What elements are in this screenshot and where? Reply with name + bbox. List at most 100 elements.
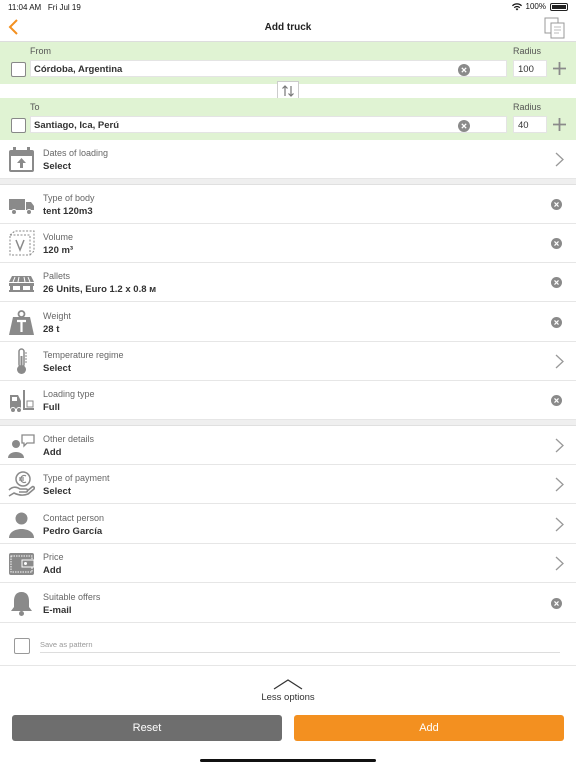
chevron-right-icon <box>555 517 564 532</box>
chevron-up-icon <box>273 679 303 690</box>
suitable-offers-row[interactable]: Suitable offers E-mail <box>0 584 576 623</box>
dates-of-loading-row[interactable]: Dates of loading Select <box>0 140 576 179</box>
euro-hand-icon <box>8 471 35 497</box>
weight-icon <box>9 310 34 335</box>
from-radius-value: 100 <box>518 64 534 75</box>
weight-row[interactable]: Weight 28 t <box>0 303 576 342</box>
from-clear-icon[interactable] <box>458 64 470 76</box>
chevron-right-icon <box>555 152 564 167</box>
other-details-value: Add <box>43 447 62 458</box>
save-pattern-label: Save as pattern <box>40 640 93 649</box>
person-comment-icon <box>8 434 35 458</box>
less-options-label: Less options <box>261 692 315 703</box>
calendar-icon <box>9 147 34 172</box>
save-as-pattern-row: Save as pattern <box>0 624 576 666</box>
volume-row[interactable]: Volume 120 m³ <box>0 224 576 263</box>
loading-type-label: Loading type <box>43 389 95 399</box>
other-details-row[interactable]: Other details Add <box>0 426 576 465</box>
status-right: 100% <box>511 2 568 11</box>
clear-icon[interactable] <box>551 238 562 249</box>
from-label: From <box>30 46 51 56</box>
volume-label: Volume <box>43 232 74 242</box>
from-checkbox[interactable] <box>11 62 26 77</box>
chevron-right-icon <box>555 438 564 453</box>
to-checkbox[interactable] <box>11 118 26 133</box>
less-options-toggle[interactable]: Less options <box>0 678 576 703</box>
weight-value: 28 t <box>43 324 60 335</box>
to-radius-value: 40 <box>518 120 529 131</box>
from-radius-label: Radius <box>513 46 542 56</box>
save-pattern-checkbox[interactable] <box>14 638 30 654</box>
temperature-row[interactable]: Temperature regime Select <box>0 342 576 381</box>
loading-type-row[interactable]: Loading type Full <box>0 381 576 420</box>
type-of-body-row[interactable]: Type of body tent 120m3 <box>0 185 576 224</box>
to-value: Santiago, Ica, Perú <box>34 120 119 131</box>
forklift-icon <box>10 390 34 413</box>
from-plus-icon[interactable] <box>552 61 567 76</box>
pallets-row[interactable]: Pallets 26 Units, Euro 1.2 x 0.8 м <box>0 263 576 302</box>
thermometer-icon <box>17 348 27 374</box>
offers-label: Suitable offers <box>43 592 101 602</box>
clear-icon[interactable] <box>551 277 562 288</box>
chevron-right-icon <box>555 556 564 571</box>
divider <box>40 652 560 653</box>
to-radius-input[interactable]: 40 <box>513 116 547 133</box>
temperature-value: Select <box>43 363 71 374</box>
volume-cube-icon <box>9 230 35 256</box>
clear-icon[interactable] <box>551 395 562 406</box>
chevron-right-icon <box>555 354 564 369</box>
swap-arrows-icon <box>282 85 294 97</box>
wallet-icon <box>9 553 35 575</box>
body-type-value: tent 120m3 <box>43 206 93 217</box>
clear-icon[interactable] <box>551 317 562 328</box>
nav-bar: Add truck <box>0 14 576 42</box>
contact-value: Pedro García <box>43 526 103 537</box>
body-type-label: Type of body <box>43 193 95 203</box>
from-radius-input[interactable]: 100 <box>513 60 547 77</box>
price-value: Add <box>43 565 62 576</box>
price-label: Price <box>43 552 64 562</box>
page-title: Add truck <box>264 22 312 33</box>
to-input[interactable]: Santiago, Ica, Perú <box>30 116 507 133</box>
dates-value: Select <box>43 161 71 172</box>
pallet-icon <box>9 276 34 292</box>
contact-person-row[interactable]: Contact person Pedro García <box>0 505 576 544</box>
contact-label: Contact person <box>43 513 105 523</box>
offers-value: E-mail <box>43 605 72 616</box>
weight-label: Weight <box>43 311 71 321</box>
copy-icon[interactable] <box>544 17 566 39</box>
battery-percent: 100% <box>525 2 546 11</box>
reset-button[interactable]: Reset <box>12 715 282 741</box>
pallets-label: Pallets <box>43 271 71 281</box>
loading-type-value: Full <box>43 402 60 413</box>
from-section: From Radius Córdoba, Argentina 100 <box>0 42 576 84</box>
to-clear-icon[interactable] <box>458 120 470 132</box>
dates-label: Dates of loading <box>43 148 109 158</box>
person-icon <box>9 512 34 538</box>
to-section: To Radius Santiago, Ica, Perú 40 <box>0 98 576 140</box>
wifi-icon <box>511 2 522 10</box>
from-input[interactable]: Córdoba, Argentina <box>30 60 507 77</box>
to-plus-icon[interactable] <box>552 117 567 132</box>
price-row[interactable]: Price Add <box>0 544 576 583</box>
truck-icon <box>9 199 34 215</box>
pallets-value: 26 Units, Euro 1.2 x 0.8 м <box>43 284 157 295</box>
from-value: Córdoba, Argentina <box>34 64 123 75</box>
bell-icon <box>11 592 32 616</box>
clear-icon[interactable] <box>551 598 562 609</box>
add-button[interactable]: Add <box>294 715 564 741</box>
to-radius-label: Radius <box>513 102 542 112</box>
status-time: 11:04 AM Fri Jul 19 <box>8 3 81 12</box>
chevron-right-icon <box>555 477 564 492</box>
status-bar: 11:04 AM Fri Jul 19 100% <box>0 0 576 14</box>
temperature-label: Temperature regime <box>43 350 124 360</box>
other-details-label: Other details <box>43 434 95 444</box>
payment-value: Select <box>43 486 71 497</box>
clear-icon[interactable] <box>551 199 562 210</box>
payment-label: Type of payment <box>43 473 110 483</box>
volume-value: 120 m³ <box>43 245 74 256</box>
battery-icon <box>550 2 568 11</box>
home-indicator <box>200 759 376 762</box>
type-of-payment-row[interactable]: Type of payment Select <box>0 465 576 504</box>
to-label: To <box>30 102 40 112</box>
